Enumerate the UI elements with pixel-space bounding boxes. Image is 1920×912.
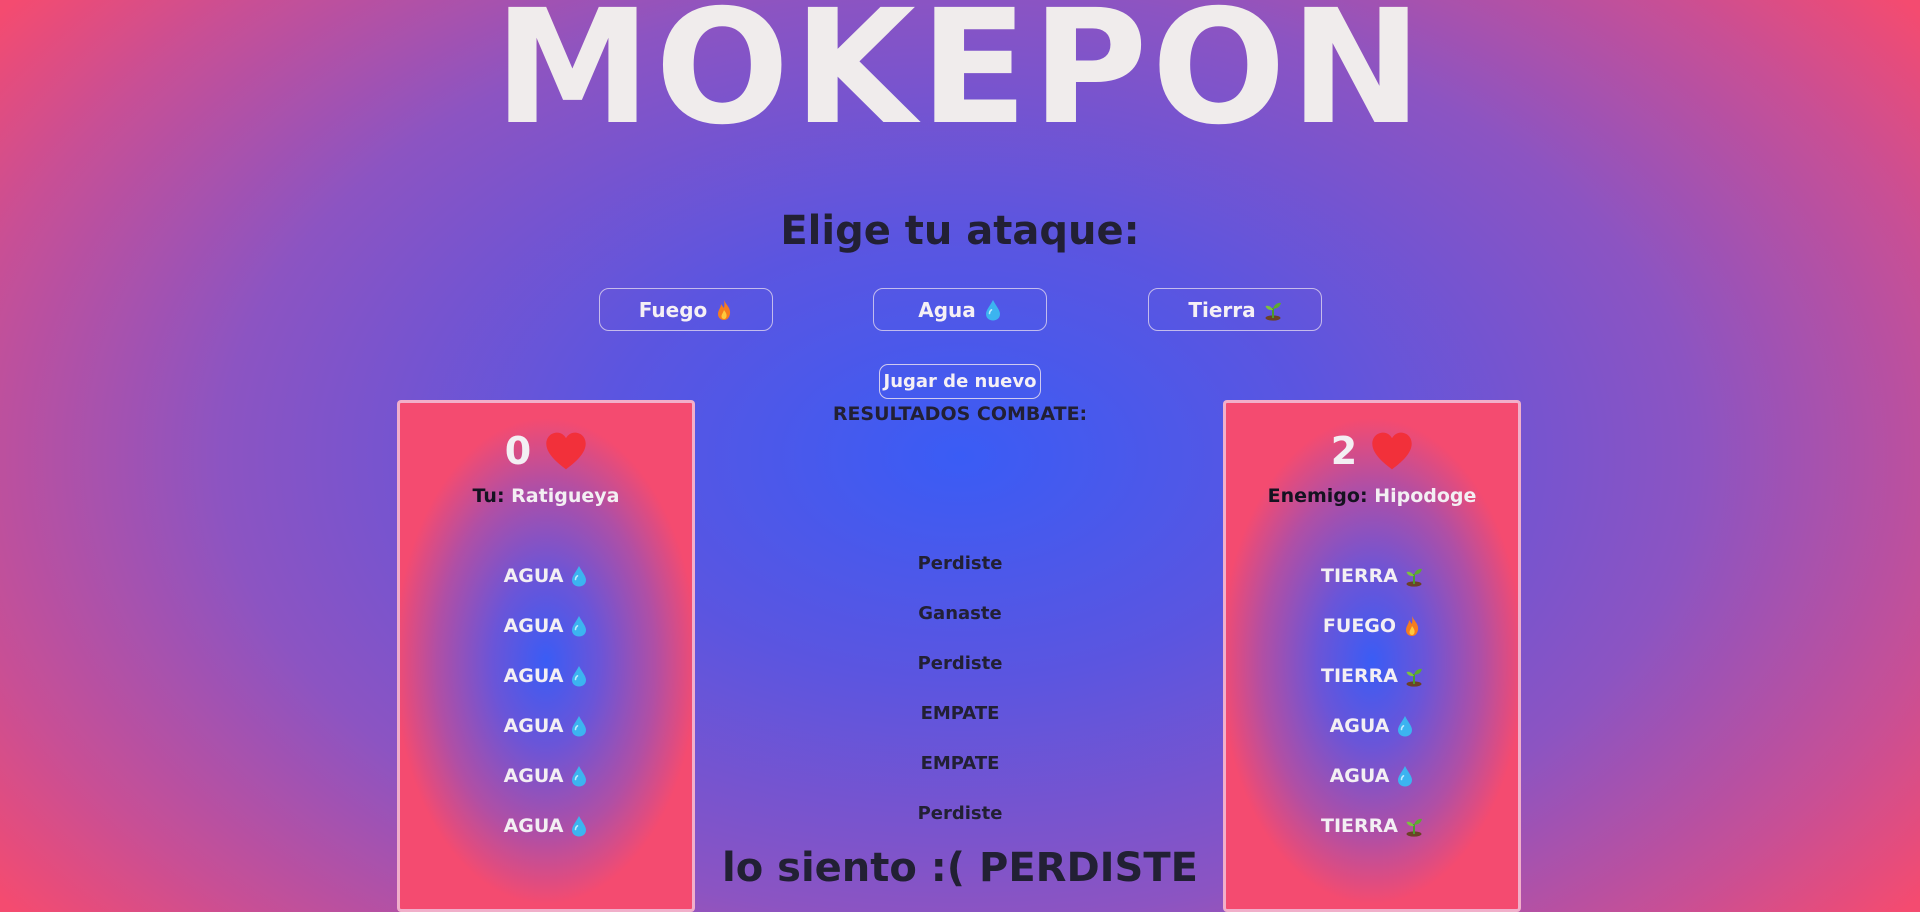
player-attack-item: AGUA bbox=[400, 651, 692, 701]
player-attack-label: AGUA bbox=[503, 665, 564, 687]
enemy-attack-list: TIERRA FUEGO TIERRA AGUA AGUA TIERRA bbox=[1226, 551, 1518, 851]
player-pet-name: Ratigueya bbox=[511, 485, 620, 507]
attack-prompt: Elige tu ataque: bbox=[780, 208, 1140, 254]
fire-icon bbox=[1403, 615, 1421, 637]
player-attack-label: AGUA bbox=[503, 615, 564, 637]
seedling-icon bbox=[1405, 565, 1423, 587]
water-drop-icon bbox=[1396, 765, 1414, 787]
player-label: Tu: bbox=[472, 485, 505, 507]
water-drop-icon bbox=[570, 665, 588, 687]
game-title: MOKEPON bbox=[493, 0, 1427, 160]
player-attack-label: AGUA bbox=[503, 715, 564, 737]
enemy-attack-label: TIERRA bbox=[1321, 815, 1398, 837]
seedling-icon bbox=[1264, 299, 1282, 321]
enemy-attack-label: TIERRA bbox=[1321, 665, 1398, 687]
player-attack-label: AGUA bbox=[503, 815, 564, 837]
water-drop-icon bbox=[570, 615, 588, 637]
combat-result-item: Perdiste bbox=[917, 653, 1003, 674]
player-attack-item: AGUA bbox=[400, 801, 692, 851]
combat-result-item: Ganaste bbox=[918, 603, 1002, 624]
fire-icon bbox=[715, 299, 733, 321]
water-drop-icon bbox=[570, 565, 588, 587]
combat-result-item: EMPATE bbox=[920, 753, 1000, 774]
seedling-icon bbox=[1405, 665, 1423, 687]
enemy-attack-label: AGUA bbox=[1329, 765, 1390, 787]
player-panel: 0 Tu: Ratigueya AGUA AGUA AGUA AGUA AGUA… bbox=[397, 400, 695, 912]
enemy-pet-line: Enemigo: Hipodoge bbox=[1226, 485, 1518, 507]
enemy-panel: 2 Enemigo: Hipodoge TIERRA FUEGO TIERRA … bbox=[1223, 400, 1521, 912]
heart-icon bbox=[546, 432, 586, 470]
fire-attack-label: Fuego bbox=[638, 297, 708, 322]
enemy-attack-item: TIERRA bbox=[1226, 801, 1518, 851]
combat-results-title: RESULTADOS COMBATE: bbox=[832, 403, 1088, 425]
final-result-message: lo siento :( PERDISTE bbox=[722, 845, 1198, 891]
fire-attack-button[interactable]: Fuego bbox=[599, 288, 773, 331]
combat-result-list: Perdiste Ganaste Perdiste EMPATE EMPATE … bbox=[860, 546, 1060, 846]
enemy-attack-item: AGUA bbox=[1226, 701, 1518, 751]
water-attack-button[interactable]: Agua bbox=[873, 288, 1047, 331]
enemy-attack-label: FUEGO bbox=[1322, 615, 1397, 637]
player-attack-item: AGUA bbox=[400, 751, 692, 801]
enemy-attack-item: AGUA bbox=[1226, 751, 1518, 801]
player-attack-item: AGUA bbox=[400, 601, 692, 651]
water-drop-icon bbox=[570, 815, 588, 837]
water-drop-icon bbox=[984, 299, 1002, 321]
seedling-icon bbox=[1405, 815, 1423, 837]
enemy-label: Enemigo: bbox=[1267, 485, 1368, 507]
player-attack-item: AGUA bbox=[400, 551, 692, 601]
player-lives-count: 0 bbox=[504, 429, 532, 473]
player-attack-item: AGUA bbox=[400, 701, 692, 751]
enemy-attack-item: FUEGO bbox=[1226, 601, 1518, 651]
enemy-lives: 2 bbox=[1226, 429, 1518, 473]
enemy-attack-item: TIERRA bbox=[1226, 551, 1518, 601]
player-pet-line: Tu: Ratigueya bbox=[400, 485, 692, 507]
combat-result-item: Perdiste bbox=[917, 553, 1003, 574]
heart-icon bbox=[1372, 432, 1412, 470]
enemy-attack-item: TIERRA bbox=[1226, 651, 1518, 701]
water-drop-icon bbox=[570, 715, 588, 737]
enemy-pet-name: Hipodoge bbox=[1374, 485, 1477, 507]
water-drop-icon bbox=[1396, 715, 1414, 737]
water-attack-label: Agua bbox=[918, 297, 976, 322]
player-attack-list: AGUA AGUA AGUA AGUA AGUA AGUA bbox=[400, 551, 692, 851]
enemy-attack-label: TIERRA bbox=[1321, 565, 1398, 587]
earth-attack-button[interactable]: Tierra bbox=[1148, 288, 1322, 331]
player-lives: 0 bbox=[400, 429, 692, 473]
combat-result-item: Perdiste bbox=[917, 803, 1003, 824]
earth-attack-label: Tierra bbox=[1188, 297, 1256, 322]
player-attack-label: AGUA bbox=[503, 565, 564, 587]
player-attack-label: AGUA bbox=[503, 765, 564, 787]
water-drop-icon bbox=[570, 765, 588, 787]
play-again-button[interactable]: Jugar de nuevo bbox=[879, 364, 1041, 399]
enemy-attack-label: AGUA bbox=[1329, 715, 1390, 737]
enemy-lives-count: 2 bbox=[1330, 429, 1358, 473]
combat-result-item: EMPATE bbox=[920, 703, 1000, 724]
